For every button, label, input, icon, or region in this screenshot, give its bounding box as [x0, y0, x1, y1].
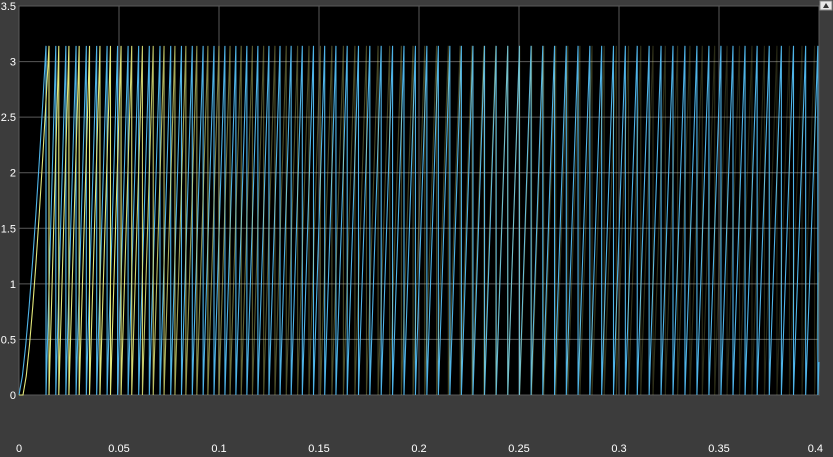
y-tick-label: 1	[10, 279, 16, 291]
x-tick-label: 0.25	[508, 443, 529, 455]
scope-display: 0 0.05 0.1 0.15 0.2 0.25 0.3 0.35 0.4 0 0.5 1 1.5 2 2.…	[1, 0, 833, 455]
expand-button[interactable]	[819, 0, 833, 11]
x-tick-label: 0.15	[308, 443, 329, 455]
y-tick-label: 3	[10, 57, 16, 69]
y-tick-label: 2	[10, 168, 16, 180]
x-tick-label: 0.35	[708, 443, 729, 455]
y-tick-label: 3.5	[1, 1, 16, 13]
x-tick-label: 0.05	[108, 443, 129, 455]
x-tick-label: 0.1	[211, 443, 226, 455]
y-tick-label: 1.5	[1, 223, 16, 235]
x-tick-label: 0.4	[808, 443, 823, 455]
x-tick-label: 0	[16, 443, 22, 455]
y-tick-label: 0	[10, 390, 16, 402]
y-tick-label: 2.5	[1, 112, 16, 124]
y-tick-label: 0.5	[1, 334, 16, 346]
x-tick-label: 0.3	[611, 443, 626, 455]
x-tick-label: 0.2	[411, 443, 426, 455]
